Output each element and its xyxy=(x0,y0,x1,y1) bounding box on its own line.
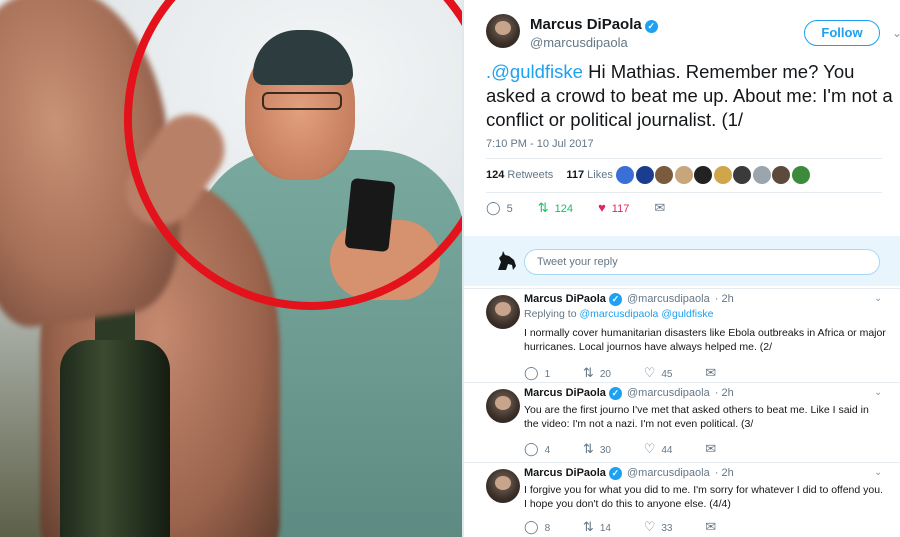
reply-actions: ◯ 8 ⇅ 14 ♡ 33 ✉ xyxy=(524,519,752,535)
avatar[interactable] xyxy=(486,295,520,329)
author-name[interactable]: Marcus DiPaola xyxy=(530,16,642,33)
chevron-down-icon[interactable]: ⌄ xyxy=(874,387,882,398)
reply-time[interactable]: · 2h xyxy=(715,387,734,399)
heart-icon: ♥ xyxy=(598,200,606,215)
mention-link[interactable]: .@guldfiske xyxy=(486,61,583,82)
like-button[interactable]: ♡ 45 xyxy=(644,365,673,381)
verified-badge-icon: ✓ xyxy=(608,293,622,306)
envelope-icon: ✉ xyxy=(705,519,717,534)
reply-button[interactable]: ◯ 4 xyxy=(524,441,550,457)
retweet-button[interactable]: ⇅ 20 xyxy=(583,365,611,381)
reply-text: I forgive you for what you did to me. I'… xyxy=(524,484,883,510)
like-button[interactable]: ♥ 117 xyxy=(598,200,629,215)
liker-avatar[interactable] xyxy=(752,166,771,184)
reply-button[interactable]: ◯ 8 xyxy=(524,519,550,535)
liker-avatar[interactable] xyxy=(694,166,712,184)
reply-icon: ◯ xyxy=(524,519,539,534)
avatar[interactable] xyxy=(486,469,520,503)
liker-avatar[interactable] xyxy=(635,166,654,184)
liker-avatar[interactable] xyxy=(733,166,751,184)
verified-badge-icon: ✓ xyxy=(644,20,658,33)
beer-bottle xyxy=(60,340,170,537)
tweet-timestamp[interactable]: 7:10 PM - 10 Jul 2017 xyxy=(486,138,594,150)
retweet-icon: ⇅ xyxy=(582,441,594,456)
author-name[interactable]: Marcus DiPaola xyxy=(524,467,606,479)
reply-icon: ◯ xyxy=(524,365,539,380)
reply-tweet[interactable]: Marcus DiPaola ✓ @marcusdipaola · 2h ⌄ Re… xyxy=(464,288,900,380)
liker-avatar[interactable] xyxy=(674,166,693,184)
heart-outline-icon: ♡ xyxy=(643,441,656,456)
liker-avatar[interactable] xyxy=(616,166,634,184)
like-count[interactable]: 117 Likes xyxy=(566,164,613,186)
chevron-down-icon[interactable]: ⌄ xyxy=(874,293,882,304)
tweet-text: .@guldfiske Hi Mathias. Remember me? You… xyxy=(486,60,896,132)
tweet-actions: ◯ 5 ⇅ 124 ♥ 117 ✉ xyxy=(486,200,693,216)
envelope-icon: ✉ xyxy=(654,200,666,215)
chevron-down-icon[interactable]: ⌄ xyxy=(874,467,882,478)
verified-badge-icon: ✓ xyxy=(608,467,622,480)
replying-to-link[interactable]: @marcusdipaola @guldfiske xyxy=(579,308,713,320)
retweet-button[interactable]: ⇅ 124 xyxy=(538,200,573,216)
heart-outline-icon: ♡ xyxy=(643,519,656,534)
message-button[interactable]: ✉ xyxy=(654,200,671,216)
author-handle[interactable]: @marcusdipaola xyxy=(530,35,628,50)
liker-avatars xyxy=(616,166,811,184)
reply-time[interactable]: · 2h xyxy=(715,293,734,305)
tweet-panel: Marcus DiPaola ✓ @marcusdipaola Follow ⌄ … xyxy=(462,0,900,537)
reply-bar: Tweet your reply xyxy=(464,236,900,286)
avatar[interactable] xyxy=(486,389,520,423)
reply-actions: ◯ 1 ⇅ 20 ♡ 45 ✉ xyxy=(524,365,752,381)
retweet-button[interactable]: ⇅ 14 xyxy=(583,519,611,535)
avatar[interactable] xyxy=(486,14,520,48)
reply-tweet[interactable]: Marcus DiPaola ✓ @marcusdipaola · 2h ⌄ I … xyxy=(464,462,900,537)
reply-text: You are the first journo I've met that a… xyxy=(524,404,869,430)
message-button[interactable]: ✉ xyxy=(705,519,722,535)
reply-tweet[interactable]: Marcus DiPaola ✓ @marcusdipaola · 2h ⌄ Yo… xyxy=(464,382,900,462)
retweet-icon: ⇅ xyxy=(582,365,594,380)
user-avatar-icon xyxy=(498,251,516,270)
tweet-stats: 124 Retweets 117 Likes xyxy=(486,164,623,186)
follow-button[interactable]: Follow xyxy=(804,20,880,46)
reply-input[interactable]: Tweet your reply xyxy=(524,249,880,275)
liker-avatar[interactable] xyxy=(655,166,673,184)
like-button[interactable]: ♡ 33 xyxy=(644,519,673,535)
author-handle[interactable]: @marcusdipaola xyxy=(627,387,710,399)
retweet-icon: ⇅ xyxy=(537,200,549,215)
replying-to: Replying to @marcusdipaola @guldfiske xyxy=(524,308,714,320)
envelope-icon: ✉ xyxy=(705,441,717,456)
divider xyxy=(486,158,882,159)
author-name[interactable]: Marcus DiPaola xyxy=(524,387,606,399)
divider xyxy=(486,192,882,193)
author-handle[interactable]: @marcusdipaola xyxy=(627,293,710,305)
message-button[interactable]: ✉ xyxy=(705,365,722,381)
author-name[interactable]: Marcus DiPaola xyxy=(524,293,606,305)
reply-actions: ◯ 4 ⇅ 30 ♡ 44 ✉ xyxy=(524,441,752,457)
photo-panel xyxy=(0,0,462,537)
reply-icon: ◯ xyxy=(524,441,539,456)
reply-button[interactable]: ◯ 1 xyxy=(524,365,550,381)
envelope-icon: ✉ xyxy=(705,365,717,380)
liker-avatar[interactable] xyxy=(713,166,732,184)
reply-icon: ◯ xyxy=(486,200,501,215)
heart-outline-icon: ♡ xyxy=(643,365,656,380)
reply-text: I normally cover humanitarian disasters … xyxy=(524,327,886,353)
verified-badge-icon: ✓ xyxy=(608,387,622,400)
retweet-count[interactable]: 124 Retweets xyxy=(486,164,553,186)
reply-time[interactable]: · 2h xyxy=(715,467,734,479)
chevron-down-icon[interactable]: ⌄ xyxy=(892,26,900,40)
like-button[interactable]: ♡ 44 xyxy=(644,441,673,457)
liker-avatar[interactable] xyxy=(772,166,790,184)
tweet-header: Marcus DiPaola ✓ @marcusdipaola Follow ⌄ xyxy=(486,14,900,54)
retweet-icon: ⇅ xyxy=(582,519,594,534)
retweet-button[interactable]: ⇅ 30 xyxy=(583,441,611,457)
message-button[interactable]: ✉ xyxy=(705,441,722,457)
liker-avatar[interactable] xyxy=(791,166,810,184)
reply-button[interactable]: ◯ 5 xyxy=(486,200,513,216)
author-handle[interactable]: @marcusdipaola xyxy=(627,467,710,479)
